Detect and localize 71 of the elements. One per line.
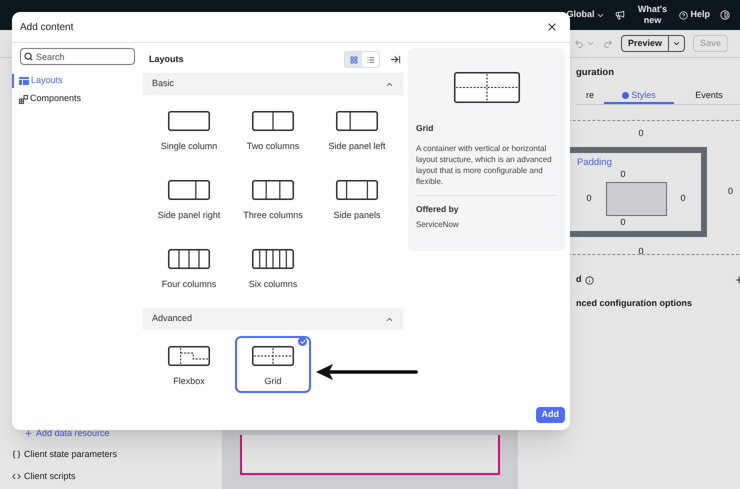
layout-icon: [19, 77, 29, 85]
search-icon: [24, 52, 33, 61]
column-layout-icon: [252, 180, 294, 200]
padding-value: 0: [586, 192, 592, 205]
config-tab[interactable]: Styles: [604, 88, 674, 104]
column-layout-icon: [168, 111, 210, 131]
components-icon: [19, 94, 28, 104]
column-layout-icon: [252, 111, 294, 131]
help-icon: [679, 10, 688, 20]
help-link[interactable]: Help: [679, 8, 710, 22]
megaphone-icon[interactable]: [615, 10, 626, 20]
info-icon: [584, 276, 594, 284]
layout-tile[interactable]: Single column: [151, 101, 227, 158]
preview-button[interactable]: Preview: [620, 35, 685, 52]
whats-new-link[interactable]: What's new: [635, 4, 670, 26]
grid-icon: [350, 56, 358, 64]
panel-item[interactable]: Client state parameters: [12, 448, 222, 462]
margin-value: 0: [638, 245, 644, 258]
plus-icon: [24, 428, 33, 438]
margin-value: 0: [728, 185, 733, 198]
grid-preview-icon: [454, 72, 520, 103]
flexbox-icon: [168, 346, 210, 366]
arrow-icon: [316, 364, 418, 380]
section-text: nced configuration options: [576, 296, 693, 310]
nav-item[interactable]: Components: [12, 92, 143, 106]
scope-menu[interactable]: Global: [566, 8, 606, 22]
panel-title: guration: [576, 66, 615, 80]
layout-tile[interactable]: Grid: [235, 336, 311, 393]
layout-tile[interactable]: Side panel left: [319, 101, 395, 158]
layout-tile[interactable]: Six columns: [235, 239, 311, 296]
padding-value: 0: [620, 216, 626, 228]
section-heading: Layouts: [149, 52, 185, 66]
padding-value: 0: [680, 192, 686, 205]
section-title: d: [576, 273, 582, 286]
code-icon: [12, 472, 21, 481]
offered-by-label: Offered by: [416, 202, 460, 216]
column-layout-icon: [168, 180, 210, 200]
content-box: [606, 182, 666, 216]
offered-by-value: ServiceNow: [416, 218, 460, 230]
layout-tile[interactable]: Flexbox: [151, 336, 227, 393]
grid-icon: [252, 346, 294, 366]
section-header[interactable]: Basic: [143, 73, 403, 95]
close-icon[interactable]: [546, 21, 558, 33]
add-data-resource-link[interactable]: Add data resource: [12, 426, 222, 440]
column-layout-icon: [252, 249, 294, 269]
margin-value: 0: [638, 127, 644, 140]
braces-icon: [12, 450, 21, 460]
config-tab[interactable]: Events: [674, 88, 740, 104]
layout-tile[interactable]: Side panel right: [151, 170, 227, 227]
padding-value: 0: [620, 168, 626, 181]
list-icon: [366, 56, 374, 64]
layout-tile[interactable]: Three columns: [235, 170, 311, 227]
column-layout-icon: [336, 111, 378, 131]
section-header[interactable]: Advanced: [143, 308, 403, 330]
panel-item[interactable]: Client scripts: [12, 470, 222, 483]
layout-tile[interactable]: Two columns: [235, 101, 311, 158]
panel-toggle-icon[interactable]: [390, 54, 401, 65]
dialog-title: Add content: [20, 20, 74, 34]
contrast-icon[interactable]: [720, 10, 730, 20]
details-description: A container with vertical or horizontal layout structure, which is an advanced layout that is more configurable and flexible.: [416, 142, 553, 187]
check-icon: [298, 337, 307, 346]
add-button[interactable]: Add: [536, 407, 565, 423]
layout-tile[interactable]: Four columns: [151, 239, 227, 296]
search-field[interactable]: Search: [20, 48, 135, 65]
column-layout-icon: [168, 249, 210, 269]
layout-tile[interactable]: Side panels: [319, 170, 395, 227]
config-tab[interactable]: re: [576, 88, 604, 104]
column-layout-icon: [336, 180, 378, 200]
details-title: Grid: [416, 122, 434, 135]
caret-icon: [672, 39, 681, 48]
grid-view-button[interactable]: [345, 52, 362, 67]
